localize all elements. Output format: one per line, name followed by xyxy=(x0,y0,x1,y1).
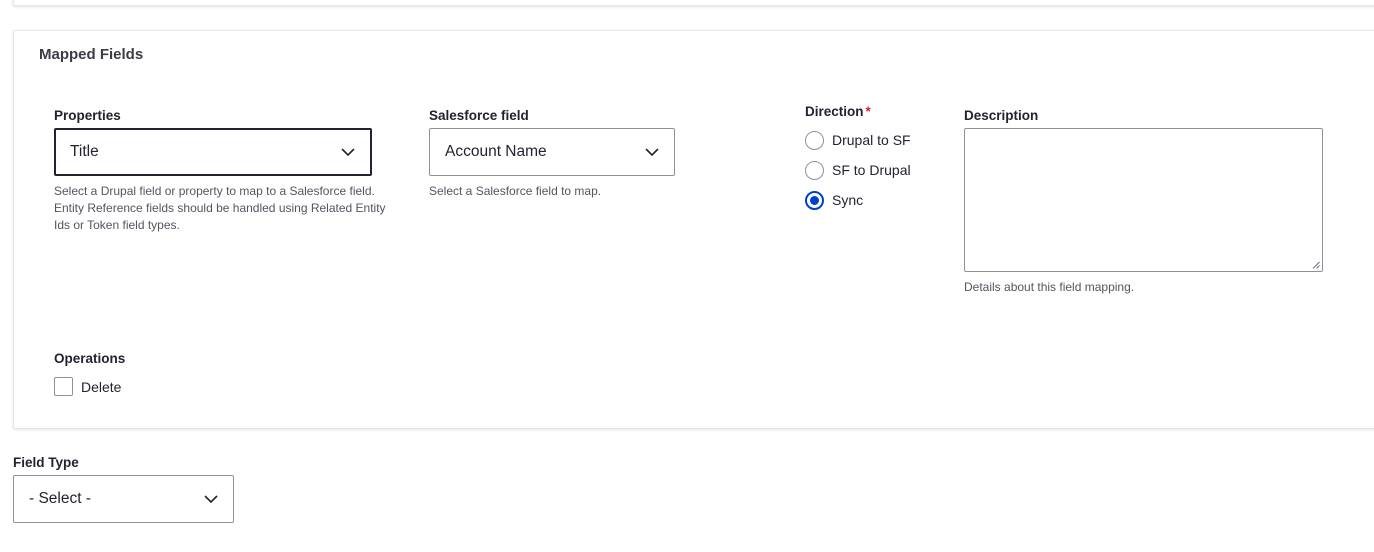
field-type-select-value: - Select - xyxy=(29,490,92,507)
properties-select[interactable]: Title xyxy=(54,128,372,176)
properties-select-value: Title xyxy=(70,143,99,160)
direction-option-drupal-to-sf[interactable]: Drupal to SF xyxy=(805,130,911,150)
salesforce-field-help-text: Select a Salesforce field to map. xyxy=(429,184,602,198)
operations-delete-option[interactable]: Delete xyxy=(54,377,121,396)
radio-button-checked[interactable] xyxy=(805,190,824,210)
description-help-text: Details about this field mapping. xyxy=(964,280,1135,294)
direction-option-sync[interactable]: Sync xyxy=(805,190,863,210)
resize-grip-icon[interactable] xyxy=(1312,261,1320,269)
radio-button[interactable] xyxy=(805,130,824,150)
operations-label: Operations xyxy=(54,351,126,366)
previous-card xyxy=(13,0,1374,6)
required-marker: * xyxy=(865,104,871,119)
chevron-down-icon xyxy=(645,148,659,157)
radio-label: Drupal to SF xyxy=(832,132,911,148)
delete-checkbox[interactable] xyxy=(54,377,73,396)
chevron-down-icon xyxy=(204,495,218,504)
mapped-fields-title: Mapped Fields xyxy=(39,46,144,63)
mapped-fields-card: Mapped Fields Properties Title Select a … xyxy=(13,30,1374,429)
field-type-select[interactable]: - Select - xyxy=(13,475,234,523)
radio-button[interactable] xyxy=(805,160,824,180)
delete-checkbox-label: Delete xyxy=(81,378,122,395)
salesforce-field-label: Salesforce field xyxy=(429,108,529,123)
direction-label-text: Direction xyxy=(805,104,864,119)
description-label: Description xyxy=(964,108,1039,123)
properties-label: Properties xyxy=(54,108,121,123)
radio-label: Sync xyxy=(832,192,864,208)
salesforce-field-select-value: Account Name xyxy=(445,143,547,160)
radio-label: SF to Drupal xyxy=(832,162,911,178)
field-type-label: Field Type xyxy=(13,455,79,470)
direction-option-sf-to-drupal[interactable]: SF to Drupal xyxy=(805,160,911,180)
properties-help-text: Select a Drupal field or property to map… xyxy=(54,184,386,232)
description-textarea[interactable] xyxy=(964,128,1323,272)
chevron-down-icon xyxy=(341,148,355,157)
salesforce-field-select[interactable]: Account Name xyxy=(429,128,675,176)
direction-label: Direction * xyxy=(805,104,871,119)
